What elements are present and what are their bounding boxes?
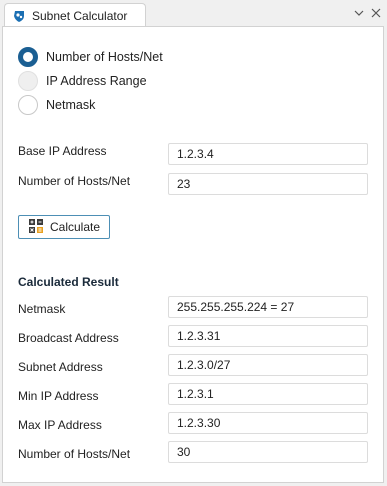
radio-number-of-hosts[interactable]: Number of Hosts/Net — [18, 47, 163, 67]
radio-label: Netmask — [46, 98, 96, 112]
radio-button[interactable] — [18, 71, 38, 91]
calculate-button[interactable]: Calculate — [18, 215, 110, 239]
result-hosts-label: Number of Hosts/Net — [18, 447, 131, 461]
subnet-address-label: Subnet Address — [18, 360, 103, 374]
tab-subnet-calculator[interactable]: Subnet Calculator — [4, 3, 146, 27]
app-window: Subnet Calculator Number of Hosts/Net IP… — [0, 0, 387, 486]
calculator-icon — [28, 218, 44, 237]
result-hosts-value[interactable]: 30 — [168, 441, 368, 463]
calculate-label: Calculate — [50, 220, 101, 234]
tab-controls — [352, 6, 383, 20]
radio-ip-address-range[interactable]: IP Address Range — [18, 71, 147, 91]
tab-title: Subnet Calculator — [32, 8, 128, 23]
max-ip-value[interactable]: 1.2.3.30 — [168, 412, 368, 434]
chevron-down-icon[interactable] — [352, 6, 366, 20]
radio-label: Number of Hosts/Net — [46, 50, 163, 64]
radio-button[interactable] — [18, 47, 38, 67]
radio-button[interactable] — [18, 95, 38, 115]
subnet-address-value[interactable]: 1.2.3.0/27 — [168, 354, 368, 376]
min-ip-value[interactable]: 1.2.3.1 — [168, 383, 368, 405]
close-icon[interactable] — [369, 6, 383, 20]
broadcast-value[interactable]: 1.2.3.31 — [168, 325, 368, 347]
netmask-label: Netmask — [18, 302, 66, 316]
min-ip-label: Min IP Address — [18, 389, 99, 403]
broadcast-label: Broadcast Address — [18, 331, 119, 345]
netmask-value[interactable]: 255.255.255.224 = 27 — [168, 296, 368, 318]
tab-strip: Subnet Calculator — [0, 0, 387, 27]
base-ip-input[interactable]: 1.2.3.4 — [168, 143, 368, 165]
calculator-panel: Number of Hosts/Net IP Address Range Net… — [2, 26, 384, 483]
result-section-title: Calculated Result — [18, 275, 119, 289]
radio-netmask[interactable]: Netmask — [18, 95, 95, 115]
max-ip-label: Max IP Address — [18, 418, 102, 432]
hosts-input[interactable]: 23 — [168, 173, 368, 195]
hosts-label: Number of Hosts/Net — [18, 174, 131, 188]
base-ip-label: Base IP Address — [18, 144, 107, 158]
network-icon — [12, 9, 26, 23]
radio-label: IP Address Range — [46, 74, 147, 88]
